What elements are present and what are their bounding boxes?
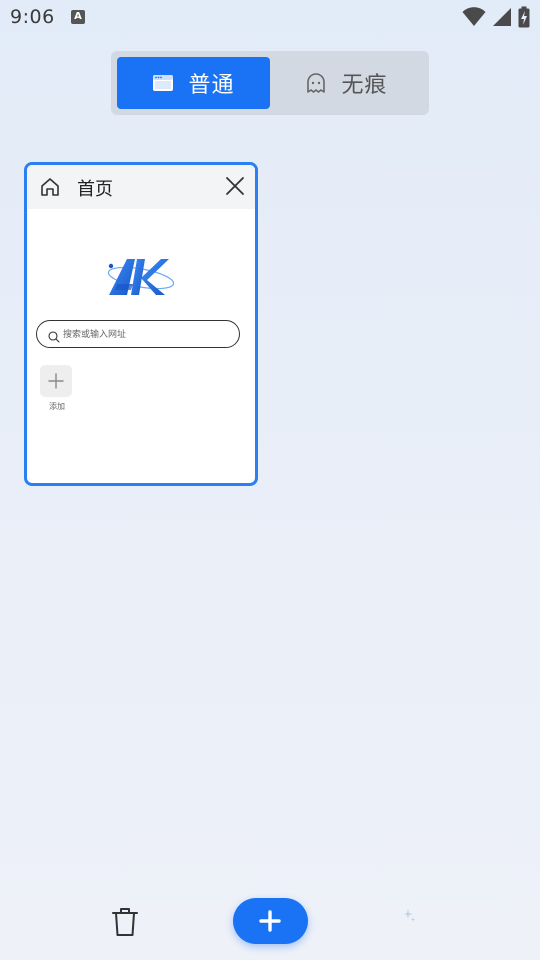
tab-card-title: 首页 <box>77 179 113 200</box>
add-shortcut-button[interactable] <box>40 365 72 397</box>
plus-icon <box>259 910 281 932</box>
status-icons <box>462 6 530 28</box>
notification-icon: A <box>71 10 85 24</box>
close-all-tabs-button[interactable] <box>110 905 140 943</box>
browser-window-icon <box>153 75 174 91</box>
tab-incognito[interactable]: 无痕 <box>270 57 423 109</box>
cell-signal-icon <box>493 8 511 26</box>
ghost-icon <box>307 73 326 93</box>
trash-icon <box>112 908 138 936</box>
plus-icon <box>48 373 64 389</box>
tab-normal[interactable]: 普通 <box>117 57 270 109</box>
search-placeholder: 搜索或输入网址 <box>63 330 127 340</box>
search-icon <box>48 328 60 347</box>
status-time: 9:06 <box>10 6 55 28</box>
search-input[interactable]: 搜索或输入网址 <box>36 320 240 348</box>
tab-card-header: 首页 <box>27 165 255 209</box>
sparkle-icon <box>404 907 416 926</box>
home-icon <box>39 176 61 202</box>
mode-switch: 普通 无痕 <box>111 51 429 115</box>
wifi-icon <box>462 7 486 26</box>
close-tab-button[interactable] <box>225 176 245 200</box>
close-icon <box>226 177 244 195</box>
tab-card[interactable]: 首页 搜索或输入网址 添加 <box>24 162 258 486</box>
tab-normal-label: 普通 <box>188 73 235 98</box>
battery-charging-icon <box>518 6 530 28</box>
status-bar: 9:06 A <box>0 0 540 36</box>
new-tab-button[interactable] <box>233 898 308 944</box>
ak-logo <box>105 254 177 304</box>
tab-incognito-label: 无痕 <box>341 73 388 98</box>
add-shortcut-label: 添加 <box>49 402 65 411</box>
